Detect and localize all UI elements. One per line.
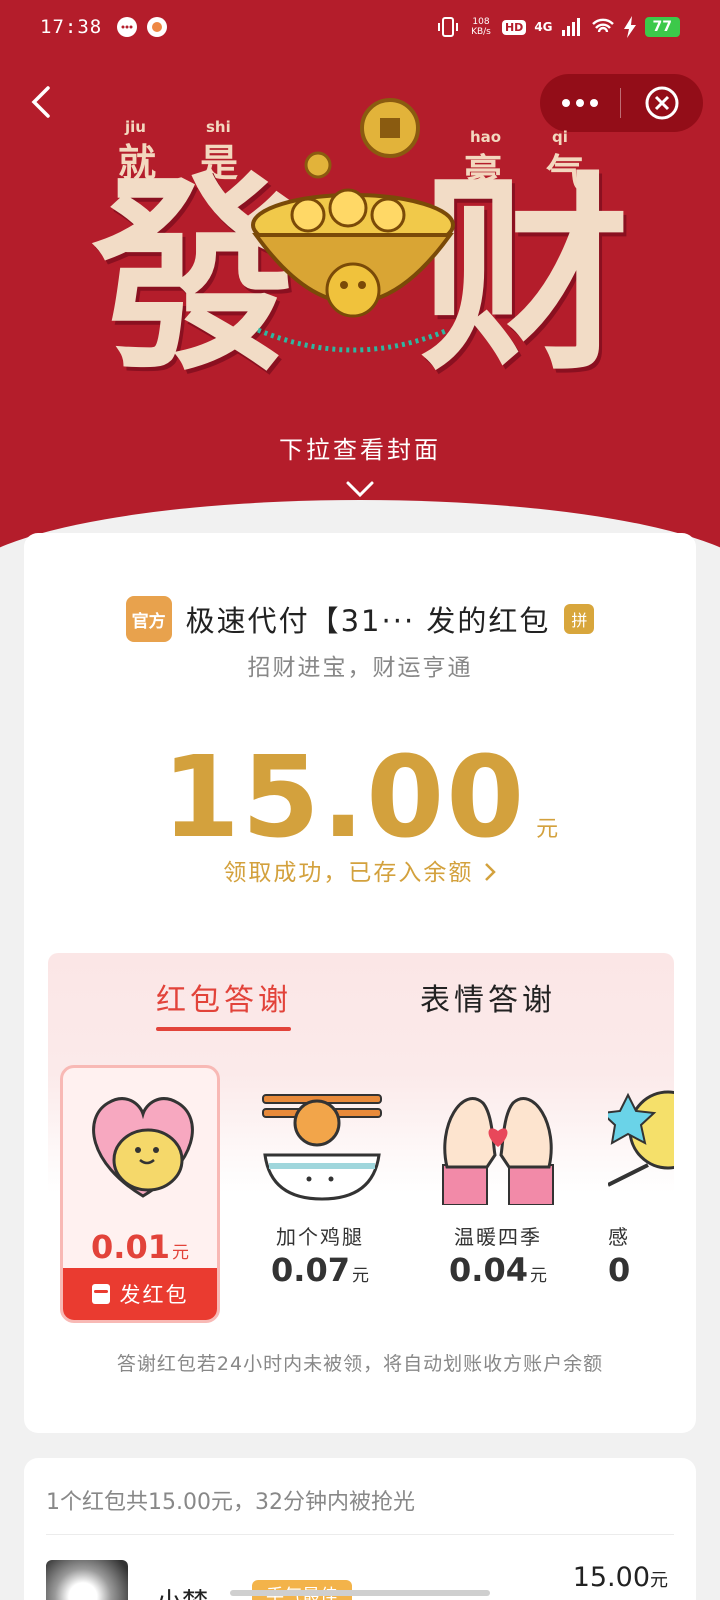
gift-price: 0.04 元 bbox=[449, 1251, 547, 1289]
sender-name: 极速代付【31··· 发的红包 bbox=[185, 604, 551, 638]
signal-label: 4G bbox=[534, 20, 553, 34]
treasure-bowl-icon bbox=[251, 98, 455, 353]
thanks-panel: 红包答谢 表情答谢 0.01 元 发红包 加个鸡腿 0.07 元 温暖四季 0.… bbox=[48, 953, 674, 1333]
hd-badge: HD bbox=[501, 19, 527, 35]
packet-amount: 15.00 bbox=[161, 733, 527, 863]
gift-price: 0 bbox=[608, 1251, 631, 1289]
heart-hug-icon bbox=[92, 1097, 194, 1198]
success-text: 领取成功，已存入余额 bbox=[223, 860, 474, 886]
net-speed: 108 KB/s bbox=[471, 17, 491, 37]
thanks-note: 答谢红包若24小时内未被领，将自动划账收方账户余额 bbox=[116, 1353, 604, 1375]
gift-option[interactable]: 加个鸡腿 0.07 元 bbox=[240, 1065, 400, 1323]
wish-text: 招财进宝，财运亨通 bbox=[247, 655, 473, 681]
chat-bubble-icon bbox=[117, 17, 138, 37]
avatar[interactable] bbox=[46, 1560, 128, 1600]
amount-unit: 元 bbox=[536, 817, 559, 842]
packet-summary: 1个红包共15.00元，32分钟内被抢光 bbox=[46, 1490, 415, 1515]
envelope-icon bbox=[91, 1284, 110, 1304]
star-wand-icon bbox=[608, 1090, 674, 1187]
gift-name: 温暖四季 bbox=[454, 1225, 542, 1249]
gift-option-partial[interactable]: 感 0 bbox=[596, 1065, 674, 1323]
rice-bowl-drumstick-icon bbox=[262, 1094, 382, 1201]
pull-down-hint[interactable]: 下拉查看封面 bbox=[0, 430, 720, 465]
tab-emoji-thanks[interactable]: 表情答谢 bbox=[420, 975, 556, 1019]
more-options-icon[interactable] bbox=[540, 99, 620, 107]
receiver-list: 1个红包共15.00元，32分钟内被抢光 小梦 手气最佳 15.00元 bbox=[24, 1458, 696, 1600]
pin-badge: 拼 bbox=[564, 604, 595, 634]
sender-row: 官方 极速代付【31··· 发的红包 拼 bbox=[24, 596, 696, 642]
vibrate-icon bbox=[437, 17, 458, 37]
amount-row: 15.00 元 bbox=[24, 733, 696, 863]
gift-price: 0.07 元 bbox=[271, 1251, 369, 1289]
gift-name: 感 bbox=[608, 1225, 630, 1249]
red-packet-card: 官方 极速代付【31··· 发的红包 拼 招财进宝，财运亨通 15.00 元 领取… bbox=[24, 533, 696, 1433]
signal-bars-icon bbox=[561, 18, 580, 36]
gift-option[interactable]: 温暖四季 0.04 元 bbox=[418, 1065, 578, 1323]
tab-underline bbox=[156, 1027, 291, 1031]
tab-redpacket-thanks[interactable]: 红包答谢 bbox=[156, 975, 292, 1019]
mini-program-capsule bbox=[540, 74, 703, 132]
charging-icon bbox=[623, 16, 636, 38]
official-badge: 官方 bbox=[125, 596, 172, 642]
receiver-name: 小梦 bbox=[156, 1582, 208, 1600]
close-icon[interactable] bbox=[621, 85, 703, 121]
send-redpacket-button[interactable]: 发红包 bbox=[63, 1268, 217, 1320]
app-notification-icon bbox=[147, 17, 168, 37]
cover-header: 17:38 108 KB/s HD 4G 77 jiu shi hao qi 就… bbox=[0, 0, 720, 560]
gift-name: 加个鸡腿 bbox=[276, 1225, 364, 1249]
gift-price: 0.01 元 bbox=[91, 1228, 189, 1266]
home-indicator[interactable] bbox=[230, 1590, 490, 1596]
gift-option-selected[interactable]: 0.01 元 发红包 bbox=[60, 1065, 220, 1323]
balance-link[interactable]: 领取成功，已存入余额 bbox=[24, 853, 696, 887]
battery-level: 77 bbox=[644, 17, 680, 37]
status-bar: 17:38 108 KB/s HD 4G 77 bbox=[40, 12, 680, 42]
receiver-amount: 15.00元 bbox=[572, 1562, 668, 1593]
back-arrow-icon[interactable] bbox=[26, 84, 62, 120]
status-time: 17:38 bbox=[40, 16, 103, 38]
heart-hands-icon bbox=[442, 1097, 554, 1205]
chevron-down-icon[interactable] bbox=[345, 480, 375, 498]
wifi-icon bbox=[591, 18, 614, 33]
chevron-right-icon bbox=[484, 863, 496, 881]
